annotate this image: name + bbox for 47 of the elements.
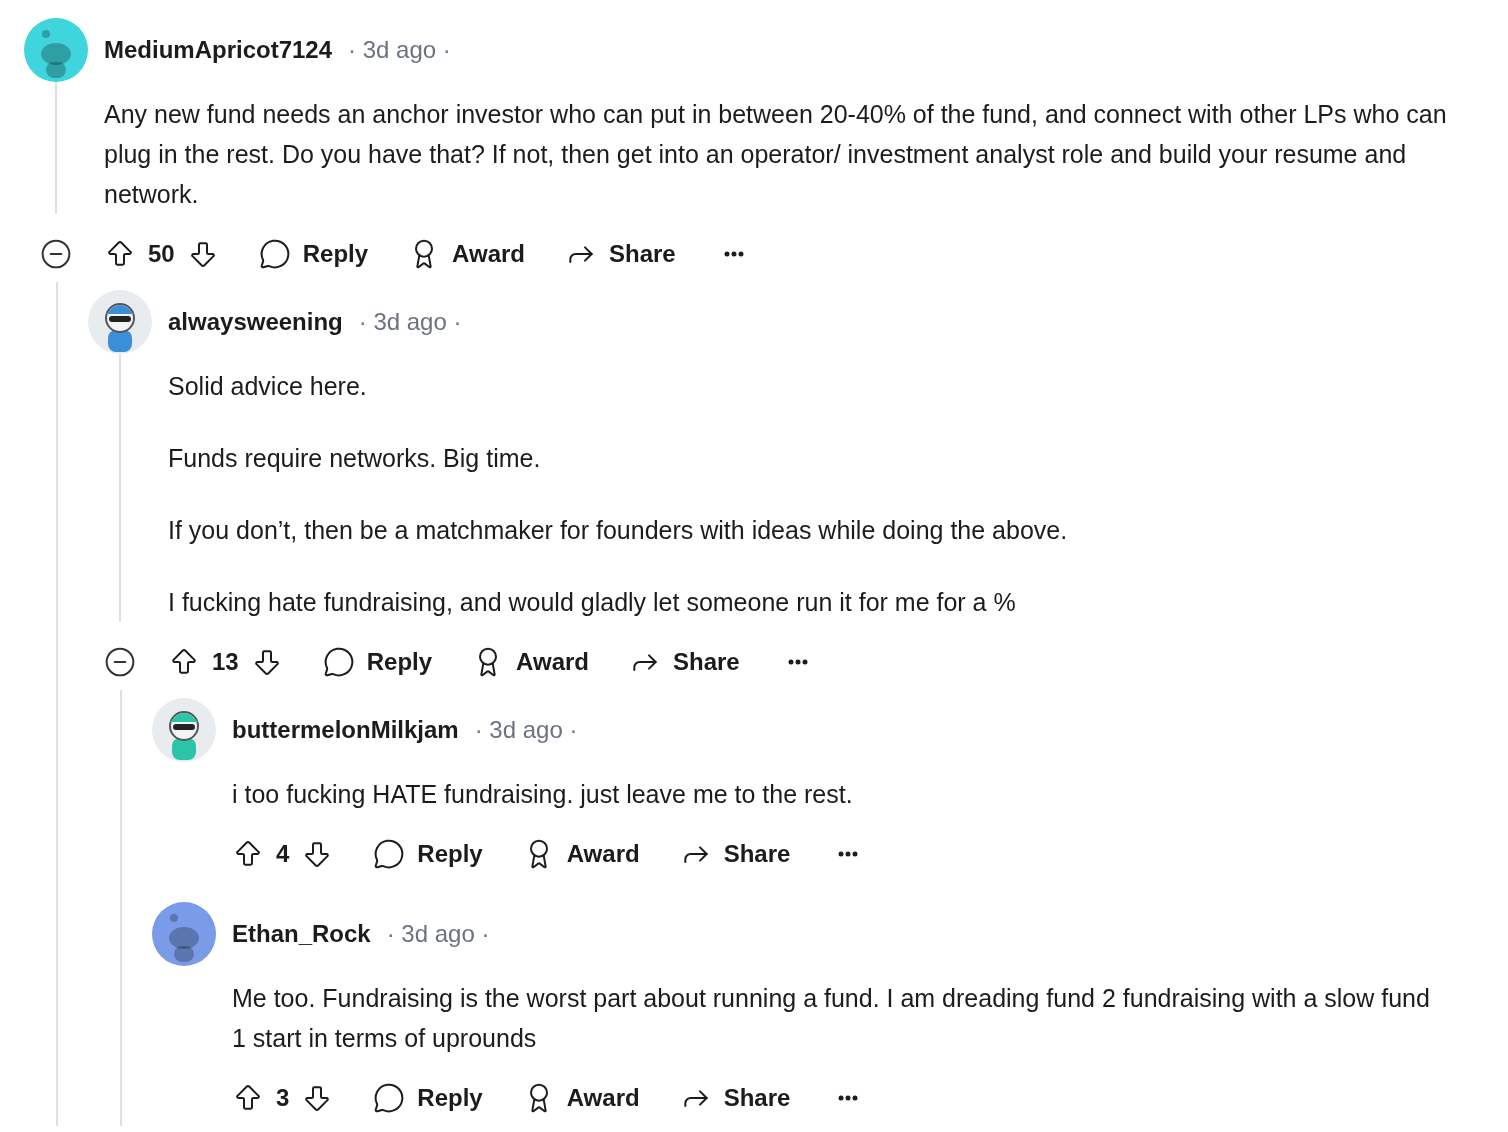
share-button[interactable]: Share <box>679 1080 791 1116</box>
username[interactable]: MediumApricot7124 <box>104 32 333 68</box>
more-button[interactable] <box>787 659 808 665</box>
award-button[interactable]: Award <box>408 236 525 272</box>
share-button[interactable]: Share <box>565 236 676 272</box>
timestamp: · 3d ago · <box>474 715 578 745</box>
more-button[interactable] <box>723 251 744 257</box>
comment-text: Funds require networks. Big time. <box>168 443 542 474</box>
more-icon <box>838 851 859 857</box>
reply-button[interactable]: Reply <box>258 236 369 272</box>
speech-bubble-icon <box>322 646 355 678</box>
comment-text: i too fucking HATE fundraising. just leave me to the rest. <box>232 779 854 810</box>
reply-button[interactable]: Reply <box>373 1080 483 1116</box>
comment-text: I fucking hate fundraising, and would gladly let someone run it for me for a % <box>168 587 1017 618</box>
timestamp: · 3d ago · <box>348 35 451 65</box>
timestamp: · 3d ago · <box>358 307 462 337</box>
more-button[interactable] <box>838 1095 859 1101</box>
more-icon <box>787 659 808 665</box>
more-icon <box>723 251 744 257</box>
speech-bubble-icon <box>258 238 291 270</box>
speech-bubble-icon <box>373 838 406 870</box>
vote-count: 50 <box>148 239 175 269</box>
comment-text: Me too. Fundraising is the worst part about running a fund. I am dreading fund 2 fundraising with a slow fund 1 start in terms of uprounds <box>232 983 1431 1054</box>
more-icon <box>838 1095 859 1101</box>
comment-text: Solid advice here. <box>168 371 368 402</box>
username[interactable]: alwaysweening <box>168 304 343 340</box>
username[interactable]: Ethan_Rock <box>232 916 371 952</box>
award-button[interactable]: Award <box>472 644 589 680</box>
vote-count: 4 <box>276 839 290 869</box>
timestamp: · 3d ago · <box>386 919 490 949</box>
award-button[interactable]: Award <box>522 836 640 872</box>
share-button[interactable]: Share <box>629 644 740 680</box>
collapse-button[interactable] <box>40 238 72 270</box>
more-button[interactable] <box>838 851 859 857</box>
reply-button[interactable]: Reply <box>322 644 433 680</box>
username[interactable]: buttermelonMilkjam <box>232 712 459 748</box>
award-button[interactable]: Award <box>522 1080 640 1116</box>
vote-count: 3 <box>276 1083 290 1113</box>
minus-icon <box>40 238 72 270</box>
collapse-button[interactable] <box>104 646 136 678</box>
vote-count: 13 <box>212 647 239 677</box>
reply-button[interactable]: Reply <box>373 836 483 872</box>
speech-bubble-icon <box>373 1082 406 1114</box>
comment-text: Any new fund needs an anchor investor who can put in between 20-40% of the fund, and connect with other LPs who can plug in the rest. Do you have that? If not, then get into an operator/ investment analyst role and build your resume and network. <box>104 99 1448 210</box>
share-button[interactable]: Share <box>679 836 791 872</box>
comment-text: If you don’t, then be a matchmaker for founders with ideas while doing the above. <box>168 515 1069 546</box>
minus-icon <box>104 646 136 678</box>
